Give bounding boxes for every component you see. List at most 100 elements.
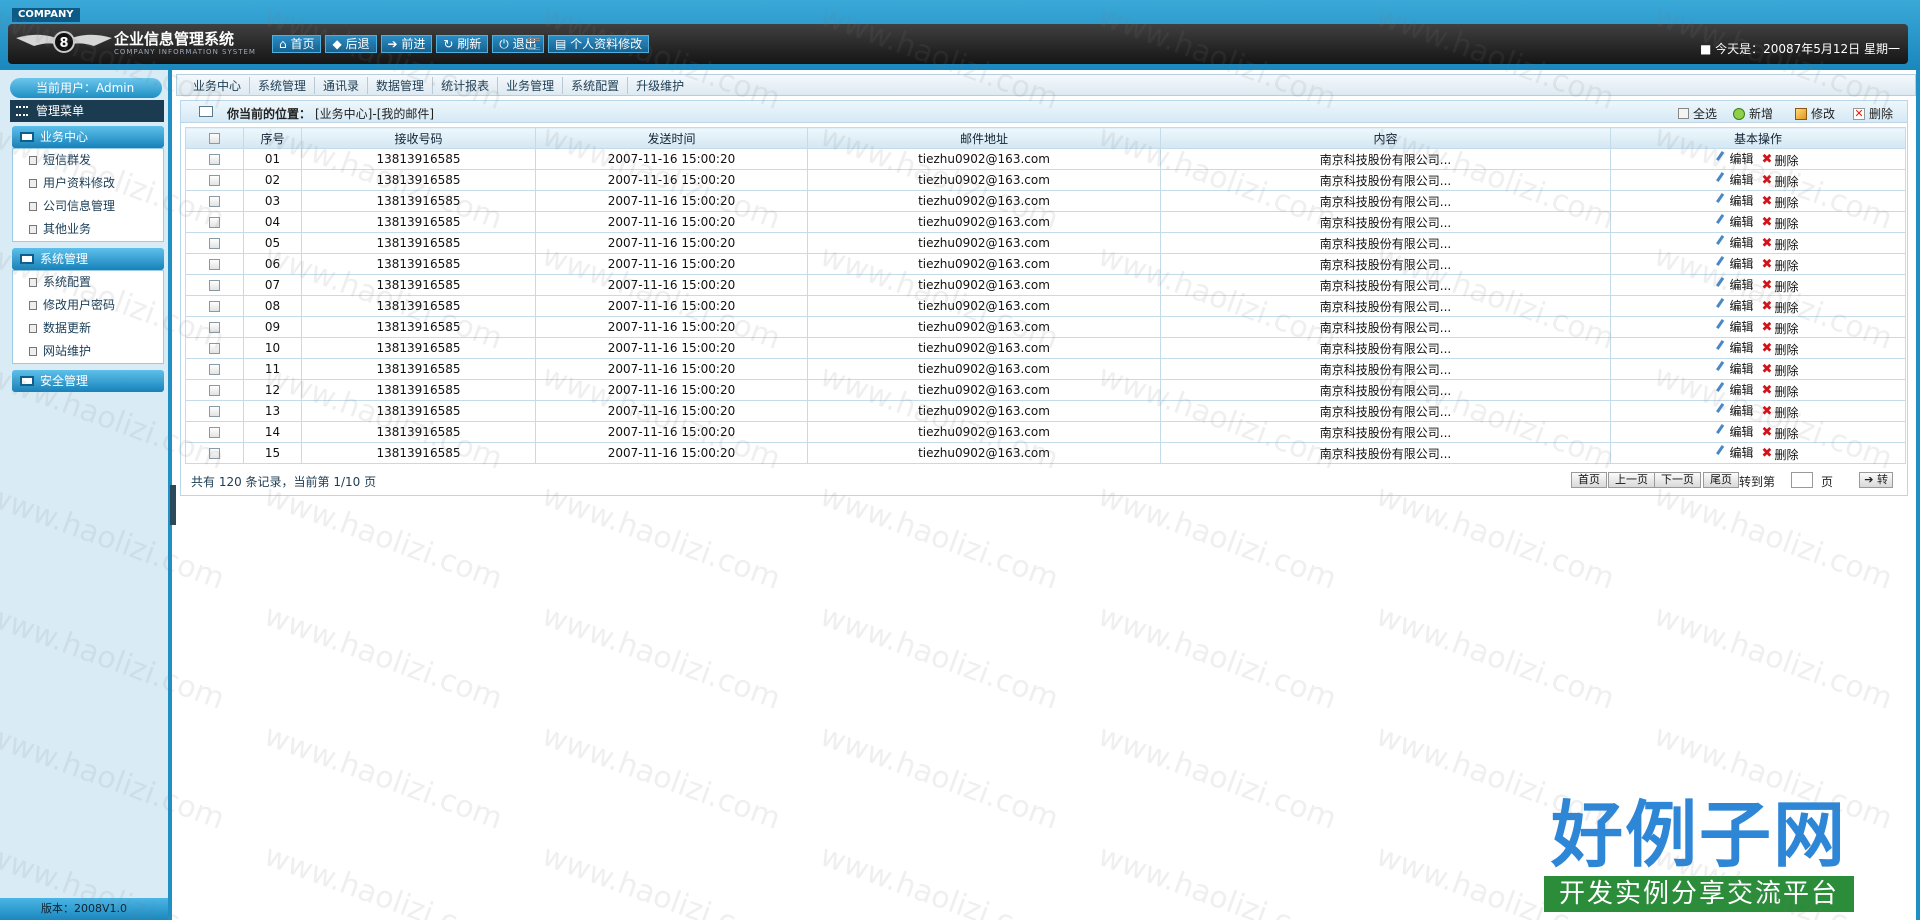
row-delete-label: 删除: [1774, 426, 1799, 441]
tab-business-manage[interactable]: 业务管理: [498, 76, 564, 94]
go-button[interactable]: ➔ 转: [1859, 472, 1893, 488]
table-row[interactable]: 02 13813916585 2007-11-16 15:00:20 tiezhu09…: [185, 169, 1906, 191]
table-row[interactable]: 03 13813916585 2007-11-16 15:00:20 tiezhu09…: [185, 190, 1906, 212]
row-edit-button[interactable]: 编辑: [1715, 255, 1754, 272]
row-edit-button[interactable]: 编辑: [1715, 360, 1754, 377]
row-delete-button[interactable]: ✖ 删除: [1762, 320, 1799, 337]
row-delete-button[interactable]: ✖ 删除: [1762, 299, 1799, 316]
row-checkbox[interactable]: [209, 175, 220, 186]
table-row[interactable]: 14 13813916585 2007-11-16 15:00:20 tiezhu09…: [185, 421, 1906, 443]
add-button[interactable]: 新增: [1732, 105, 1773, 122]
last-page-button[interactable]: 尾页: [1703, 472, 1739, 488]
row-checkbox[interactable]: [209, 301, 220, 312]
table-row[interactable]: 07 13813916585 2007-11-16 15:00:20 tiezhu09…: [185, 274, 1906, 296]
table-row[interactable]: 01 13813916585 2007-11-16 15:00:20 tiezhu09…: [185, 148, 1906, 170]
table-row[interactable]: 12 13813916585 2007-11-16 15:00:20 tiezhu09…: [185, 379, 1906, 401]
table-row[interactable]: 09 13813916585 2007-11-16 15:00:20 tiezhu09…: [185, 316, 1906, 338]
sidebar-item-user-profile[interactable]: 用户资料修改: [13, 172, 163, 195]
first-page-button[interactable]: 首页: [1571, 472, 1607, 488]
row-delete-button[interactable]: ✖ 删除: [1762, 215, 1799, 232]
row-checkbox[interactable]: [209, 385, 220, 396]
sidebar-item-other[interactable]: 其他业务: [13, 218, 163, 241]
row-edit-button[interactable]: 编辑: [1715, 402, 1754, 419]
row-delete-button[interactable]: ✖ 删除: [1762, 152, 1799, 169]
row-delete-button[interactable]: ✖ 删除: [1762, 236, 1799, 253]
row-edit-button[interactable]: 编辑: [1715, 381, 1754, 398]
row-checkbox[interactable]: [209, 406, 220, 417]
tab-data[interactable]: 数据管理: [368, 76, 434, 94]
row-edit-button[interactable]: 编辑: [1715, 276, 1754, 293]
row-edit-button[interactable]: 编辑: [1715, 234, 1754, 251]
row-delete-button[interactable]: ✖ 删除: [1762, 173, 1799, 190]
table-row[interactable]: 13 13813916585 2007-11-16 15:00:20 tiezhu09…: [185, 400, 1906, 422]
row-checkbox[interactable]: [209, 364, 220, 375]
refresh-button[interactable]: ↻ 刷新: [436, 35, 489, 53]
row-edit-button[interactable]: 编辑: [1715, 192, 1754, 209]
row-checkbox[interactable]: [209, 196, 220, 207]
sidebar-item-change-password[interactable]: 修改用户密码: [13, 294, 163, 317]
row-checkbox[interactable]: [209, 217, 220, 228]
group-items: 系统配置 修改用户密码 数据更新 网站维护: [12, 270, 164, 364]
row-checkbox[interactable]: [209, 238, 220, 249]
group-head-business[interactable]: 业务中心: [12, 126, 164, 148]
row-edit-button[interactable]: 编辑: [1715, 297, 1754, 314]
row-edit-button[interactable]: 编辑: [1715, 423, 1754, 440]
row-checkbox[interactable]: [209, 343, 220, 354]
row-delete-button[interactable]: ✖ 删除: [1762, 425, 1799, 442]
home-button[interactable]: ⌂ 首页: [272, 35, 322, 53]
row-delete-button[interactable]: ✖ 删除: [1762, 257, 1799, 274]
table-row[interactable]: 05 13813916585 2007-11-16 15:00:20 tiezhu09…: [185, 232, 1906, 254]
row-delete-button[interactable]: ✖ 删除: [1762, 362, 1799, 379]
row-delete-button[interactable]: ✖ 删除: [1762, 341, 1799, 358]
table-row[interactable]: 04 13813916585 2007-11-16 15:00:20 tiezhu09…: [185, 211, 1906, 233]
row-checkbox[interactable]: [209, 322, 220, 333]
row-delete-button[interactable]: ✖ 删除: [1762, 278, 1799, 295]
tab-system[interactable]: 系统管理: [250, 76, 316, 94]
sidebar-item-system-config[interactable]: 系统配置: [13, 271, 163, 294]
row-edit-button[interactable]: 编辑: [1715, 171, 1754, 188]
collapse-handle[interactable]: [170, 485, 176, 525]
row-checkbox[interactable]: [209, 280, 220, 291]
table-row[interactable]: 10 13813916585 2007-11-16 15:00:20 tiezhu09…: [185, 337, 1906, 359]
tab-system-config[interactable]: 系统配置: [563, 76, 629, 94]
profile-edit-button[interactable]: ▤ 个人资料修改: [548, 35, 650, 53]
modify-button[interactable]: 修改: [1794, 105, 1835, 122]
row-delete-button[interactable]: ✖ 删除: [1762, 194, 1799, 211]
back-button[interactable]: ◆ 后退: [325, 35, 377, 53]
row-delete-button[interactable]: ✖ 删除: [1762, 446, 1799, 463]
next-page-button[interactable]: 下一页: [1654, 472, 1701, 488]
sidebar-item-sms[interactable]: 短信群发: [13, 149, 163, 172]
row-edit-button[interactable]: 编辑: [1715, 444, 1754, 461]
sidebar-item-data-update[interactable]: 数据更新: [13, 317, 163, 340]
goto-page-input[interactable]: [1791, 472, 1813, 488]
row-edit-button[interactable]: 编辑: [1715, 213, 1754, 230]
sidebar-item-label: 短信群发: [43, 153, 92, 167]
forward-button[interactable]: ➔ 前进: [380, 35, 433, 53]
group-head-security[interactable]: 安全管理: [12, 370, 164, 392]
row-delete-button[interactable]: ✖ 删除: [1762, 383, 1799, 400]
sidebar-item-site-maintenance[interactable]: 网站维护: [13, 340, 163, 363]
table-row[interactable]: 15 13813916585 2007-11-16 15:00:20 tiezhu09…: [185, 442, 1906, 464]
row-checkbox[interactable]: [209, 427, 220, 438]
delete-button[interactable]: ✕ 删除: [1852, 105, 1893, 122]
table-row[interactable]: 11 13813916585 2007-11-16 15:00:20 tiezhu09…: [185, 358, 1906, 380]
row-checkbox[interactable]: [209, 154, 220, 165]
row-checkbox[interactable]: [209, 259, 220, 270]
row-delete-button[interactable]: ✖ 删除: [1762, 404, 1799, 421]
group-head-system[interactable]: 系统管理: [12, 248, 164, 270]
table-row[interactable]: 08 13813916585 2007-11-16 15:00:20 tiezhu09…: [185, 295, 1906, 317]
row-edit-button[interactable]: 编辑: [1715, 150, 1754, 167]
prev-page-button[interactable]: 上一页: [1608, 472, 1655, 488]
table-row[interactable]: 06 13813916585 2007-11-16 15:00:20 tiezhu09…: [185, 253, 1906, 275]
sidebar-item-company-info[interactable]: 公司信息管理: [13, 195, 163, 218]
row-edit-button[interactable]: 编辑: [1715, 318, 1754, 335]
select-all-button[interactable]: 全选: [1677, 105, 1717, 122]
tab-reports[interactable]: 统计报表: [433, 76, 499, 94]
tab-upgrade[interactable]: 升级维护: [628, 77, 692, 94]
tab-contacts[interactable]: 通讯录: [315, 76, 369, 94]
tab-business[interactable]: 业务中心: [185, 76, 251, 94]
row-checkbox[interactable]: [209, 448, 220, 459]
row-edit-button[interactable]: 编辑: [1715, 339, 1754, 356]
row-actions: 编辑 ✖ 删除: [1610, 400, 1906, 422]
select-all-checkbox[interactable]: [209, 133, 220, 144]
